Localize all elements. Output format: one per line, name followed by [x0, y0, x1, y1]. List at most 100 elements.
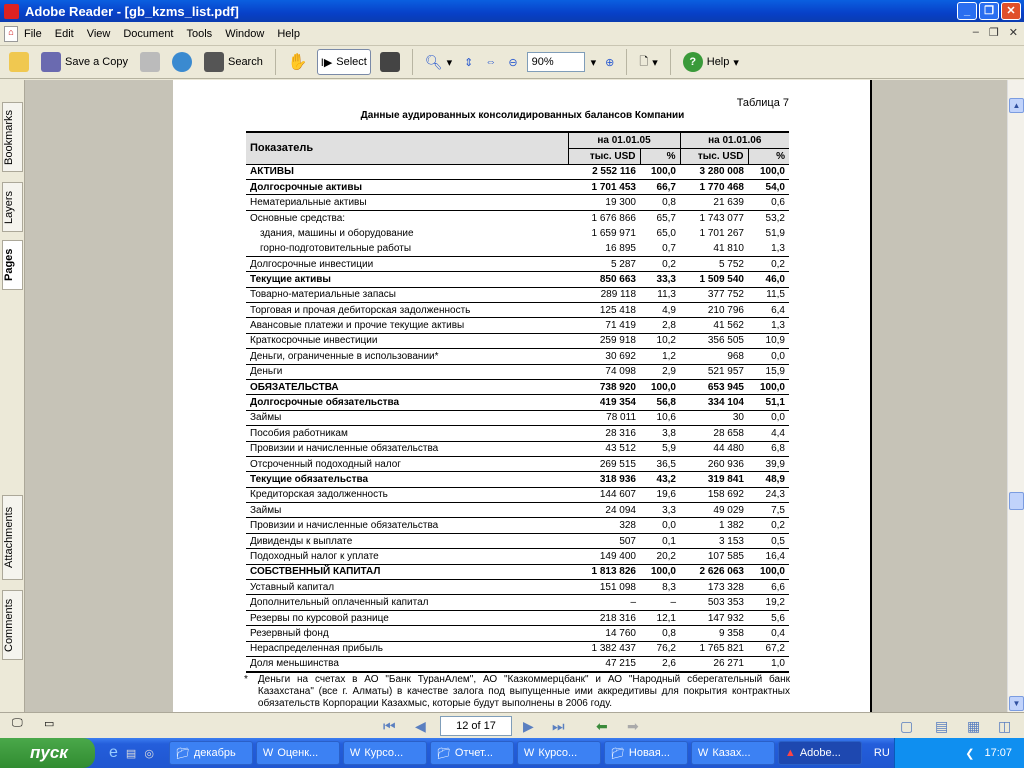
- outlook-icon[interactable]: ◎: [144, 747, 154, 760]
- select-tool-button[interactable]: I▶ Select: [316, 49, 371, 75]
- minimize-button[interactable]: _: [957, 2, 977, 20]
- value-2005: 28 316: [568, 425, 640, 442]
- language-indicator[interactable]: RU: [874, 747, 890, 759]
- table-row: Резервы по курсовой разнице 218 316 12,1 14…: [246, 610, 789, 627]
- go-back-icon[interactable]: ⬅: [596, 718, 608, 735]
- save-copy-button[interactable]: Save a Copy: [38, 49, 131, 75]
- percent-2006: 0,2: [748, 256, 789, 273]
- tab-comments[interactable]: Comments: [2, 590, 23, 660]
- table-row: ОБЯЗАТЕЛЬСТВА 738 920 100,0 653 945 100,0: [246, 379, 789, 396]
- row-label: Кредиторская задолженность: [246, 487, 568, 504]
- scroll-up-icon[interactable]: ▲: [1009, 98, 1024, 113]
- zoom-in-button[interactable]: ⊕: [602, 49, 617, 75]
- doc-restore-button[interactable]: ❐: [989, 26, 999, 39]
- task-folder[interactable]: 📁︎ Отчет...: [429, 741, 514, 765]
- quicklaunch-icon[interactable]: ▤: [126, 747, 136, 760]
- row-label: Деньги: [246, 364, 568, 380]
- row-label: Дивиденды к выплате: [246, 533, 568, 550]
- doc-close-button[interactable]: ✕: [1009, 26, 1018, 39]
- percent-2005: 65,7: [656, 212, 676, 224]
- rotate-view-button[interactable]: 🗋 ▾: [636, 49, 660, 75]
- continuous-facing-icon[interactable]: ▦: [967, 718, 980, 735]
- value-2005: 507: [568, 533, 640, 550]
- value-2005: 74 098: [568, 364, 640, 380]
- task-word[interactable]: W Оценк...: [255, 741, 340, 765]
- percent-2005: 20,2: [640, 548, 680, 565]
- percent-2006: 1,3: [748, 317, 789, 334]
- clock: 17:07: [984, 747, 1012, 759]
- tab-pages[interactable]: Pages: [2, 240, 23, 290]
- close-button[interactable]: ✕: [1001, 2, 1021, 20]
- email-button[interactable]: [169, 49, 195, 75]
- maximize-button[interactable]: ❐: [979, 2, 999, 20]
- hand-tool-button[interactable]: ✋: [285, 49, 311, 75]
- value-2006: 377 752: [680, 287, 748, 304]
- task-adobe-reader[interactable]: ▲ Adobe...: [777, 741, 862, 765]
- value-2005: 1 659 971: [591, 227, 637, 239]
- text-cursor-icon: I▶: [320, 56, 333, 69]
- zoom-out-button[interactable]: ⊖: [505, 49, 520, 75]
- print-button[interactable]: [137, 49, 163, 75]
- help-button[interactable]: ? Help ▾: [680, 49, 742, 75]
- menu-edit[interactable]: Edit: [55, 28, 74, 40]
- fit-page-button[interactable]: ⇕: [461, 49, 476, 75]
- value-2005: 269 515: [568, 456, 640, 473]
- go-forward-icon[interactable]: ➡: [627, 718, 639, 735]
- expand-tray-icon[interactable]: ❮: [965, 747, 974, 760]
- single-page-icon[interactable]: ▢: [900, 718, 913, 735]
- printer-icon: [139, 52, 160, 72]
- task-folder[interactable]: 📁︎ декабрь: [168, 741, 253, 765]
- scroll-down-icon[interactable]: ▼: [1009, 696, 1024, 711]
- zoom-level-input[interactable]: 90%: [526, 52, 585, 72]
- value-2006: 1 382: [680, 517, 748, 534]
- pdf-document-icon[interactable]: ⌂: [4, 25, 18, 42]
- open-button[interactable]: [6, 49, 32, 75]
- table-row: АКТИВЫ 2 552 116 100,0 3 280 008 100,0: [246, 164, 789, 180]
- percent-2006: 16,4: [748, 548, 789, 565]
- start-button[interactable]: пуск: [0, 738, 95, 768]
- globe-mail-icon: [171, 52, 192, 72]
- minimize-pane-icon[interactable]: ▭: [44, 717, 54, 730]
- percent-2006: 0,0: [748, 410, 789, 427]
- next-page-icon[interactable]: ▶: [523, 718, 534, 735]
- search-button[interactable]: Search: [201, 49, 266, 75]
- value-2005: 259 918: [568, 333, 640, 350]
- word-icon: W: [523, 747, 535, 759]
- zoom-dropdown-icon[interactable]: ▾: [591, 56, 597, 69]
- task-word[interactable]: W Казах...: [690, 741, 775, 765]
- table-row: Текущие обязательства 318 936 43,2 319 841 4…: [246, 471, 789, 488]
- scroll-thumb[interactable]: [1009, 492, 1024, 510]
- first-page-icon[interactable]: ⏮: [383, 718, 396, 735]
- task-folder[interactable]: 📁︎ Новая...: [603, 741, 688, 765]
- menu-window[interactable]: Window: [225, 28, 264, 40]
- page-number-input[interactable]: 12 of 17: [440, 716, 512, 736]
- snapshot-button[interactable]: [377, 49, 403, 75]
- percent-2006: 0,6: [748, 194, 789, 211]
- tab-attachments[interactable]: Attachments: [2, 495, 23, 580]
- doc-minimize-button[interactable]: –: [973, 26, 979, 39]
- fit-width-button[interactable]: ⇔: [482, 49, 499, 75]
- percent-2006: 46,0: [748, 271, 789, 288]
- continuous-icon[interactable]: ▤: [935, 718, 948, 735]
- menu-help[interactable]: Help: [277, 28, 300, 40]
- table-row: Торговая и прочая дебиторская задолженно…: [246, 302, 789, 319]
- vertical-scrollbar[interactable]: ▲ ▼: [1007, 80, 1024, 712]
- ie-icon[interactable]: e: [109, 744, 118, 762]
- menu-view[interactable]: View: [87, 28, 111, 40]
- menu-document[interactable]: Document: [123, 28, 173, 40]
- header-unit: тыс. USD: [679, 148, 748, 164]
- task-word[interactable]: W Курсо...: [342, 741, 427, 765]
- facing-icon[interactable]: ◫: [998, 718, 1011, 735]
- percent-2005: 76,2: [640, 641, 680, 658]
- menu-file[interactable]: File: [24, 28, 42, 40]
- previous-page-icon[interactable]: ◀: [415, 718, 426, 735]
- menu-tools[interactable]: Tools: [187, 28, 213, 40]
- zoom-tool-button[interactable]: 🔍︎ ▾: [422, 49, 455, 75]
- tab-bookmarks[interactable]: Bookmarks: [2, 102, 23, 172]
- select-label: Select: [336, 56, 367, 68]
- monitor-icon[interactable]: 🖵: [12, 717, 23, 730]
- last-page-icon[interactable]: ⏭: [552, 718, 565, 735]
- task-word[interactable]: W Курсо...: [516, 741, 601, 765]
- tab-layers[interactable]: Layers: [2, 182, 23, 232]
- percent-2006: 7,5: [748, 502, 789, 519]
